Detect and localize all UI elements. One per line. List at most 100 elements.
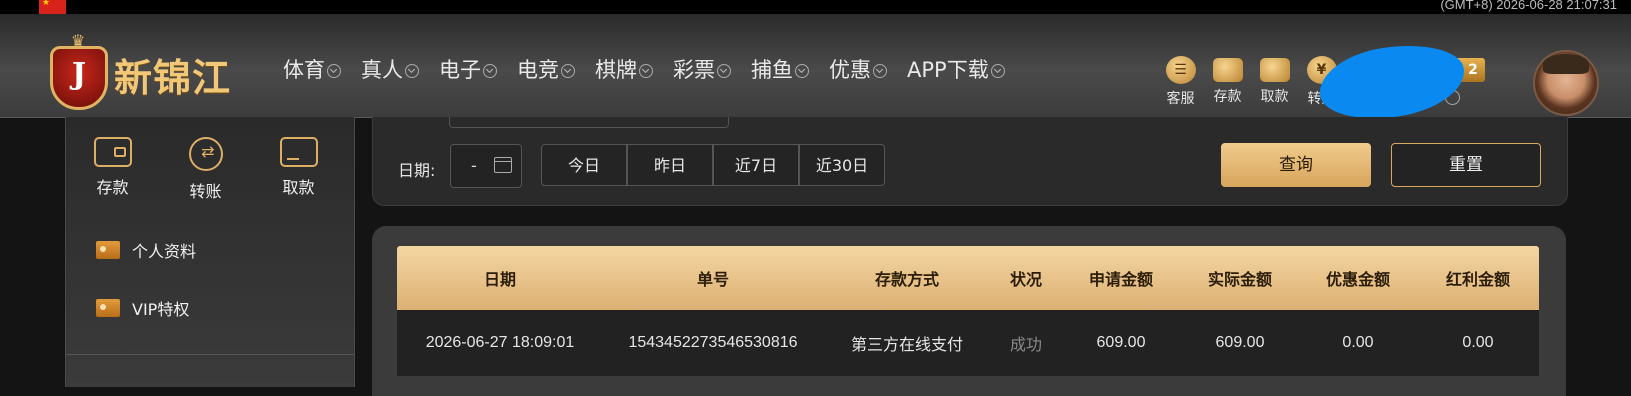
chevron-down-icon: [795, 64, 809, 78]
quick-date-30days[interactable]: 近30日: [799, 144, 885, 186]
wallet-icon: [93, 137, 132, 167]
main-header: ♛ J 新锦江 体育 真人 电子 电竞 棋牌 彩票 捕鱼 优惠 APP下载 ☰ …: [0, 14, 1631, 127]
table-header: 日期 单号 存款方式 状况 申请金额 实际金额 优惠金额 红利金额: [397, 246, 1539, 310]
main-nav: 体育 真人 电子 电竞 棋牌 彩票 捕鱼 优惠 APP下载: [283, 57, 1025, 83]
nav-item-sports[interactable]: 体育: [283, 57, 341, 83]
chevron-down-icon: [561, 64, 575, 78]
avatar-hair: [1543, 54, 1589, 74]
chevron-down-icon: [405, 64, 419, 78]
quick-date-today[interactable]: 今日: [541, 144, 627, 186]
nav-item-label: 彩票: [673, 58, 715, 82]
date-label: 日期:: [398, 161, 436, 180]
column-header: 优惠金额: [1325, 270, 1390, 289]
id-card-icon: [96, 241, 120, 259]
column-header: 申请金额: [1088, 270, 1153, 289]
nav-item-label: 电子: [439, 58, 481, 82]
customer-service-button[interactable]: ☰ 客服: [1157, 56, 1204, 108]
column-header: 存款方式: [874, 270, 939, 289]
chevron-down-icon: [327, 64, 341, 78]
cell-deposit-method: 第三方在线支付: [850, 337, 963, 354]
server-clock: (GMT+8) 2026-06-28 21:07:31: [1440, 0, 1617, 12]
filter-panel: 日期: - 今日 昨日 近7日 近30日 查询 重置: [372, 117, 1568, 206]
nav-item-label: 电竞: [517, 58, 559, 82]
wallet-icon: [1212, 58, 1243, 82]
chevron-down-icon: [639, 64, 653, 78]
brand-logo[interactable]: ♛ J 新锦江: [46, 33, 246, 114]
quick-action-label: 存款: [96, 178, 129, 197]
column-header: 实际金额: [1207, 270, 1272, 289]
filter-stub-field[interactable]: [449, 117, 729, 128]
card-icon: [279, 137, 318, 167]
column-header: 单号: [696, 270, 729, 289]
date-range-input[interactable]: -: [450, 144, 522, 188]
calendar-icon: [494, 157, 512, 173]
safe-icon: [1259, 58, 1290, 82]
sidebar-item-vip[interactable]: VIP特权: [96, 295, 189, 321]
quick-date-7days[interactable]: 近7日: [713, 144, 799, 186]
quick-date-group: 今日 昨日 近7日 近30日: [541, 144, 885, 186]
tool-label: 客服: [1166, 91, 1195, 107]
nav-item-cards[interactable]: 棋牌: [595, 57, 653, 83]
sidebar-transfer-button[interactable]: 转账: [159, 137, 252, 202]
sidebar-withdraw-button[interactable]: 取款: [252, 137, 345, 202]
shield-icon: J: [50, 46, 108, 110]
column-header: 日期: [483, 270, 516, 289]
sidebar-item-profile[interactable]: 个人资料: [96, 237, 196, 263]
query-button[interactable]: 查询: [1221, 143, 1371, 187]
account-sidebar: 存款 转账 取款 个人资料 VIP特权: [65, 117, 355, 387]
sidebar-deposit-button[interactable]: 存款: [66, 137, 159, 202]
column-header: 状况: [1009, 270, 1042, 289]
redaction-blob: [1314, 37, 1470, 127]
id-card-icon: [96, 299, 120, 317]
nav-item-esports[interactable]: 电竞: [517, 57, 575, 83]
nav-item-slots[interactable]: 电子: [439, 57, 497, 83]
date-range-value: -: [471, 156, 477, 175]
reset-button[interactable]: 重置: [1391, 143, 1541, 187]
nav-item-app-download[interactable]: APP下载: [907, 57, 1005, 83]
nav-item-lottery[interactable]: 彩票: [673, 57, 731, 83]
logo-letter: J: [71, 57, 87, 92]
nav-item-label: 体育: [283, 58, 325, 82]
table-row[interactable]: 2026-06-27 18:09:01 1543452273546530816 …: [397, 310, 1539, 376]
avatar[interactable]: [1533, 50, 1599, 116]
chevron-down-icon: [717, 64, 731, 78]
cell-date: 2026-06-27 18:09:01: [425, 334, 575, 351]
chevron-down-icon: [873, 64, 887, 78]
deposit-records-table: 日期 单号 存款方式 状况 申请金额 实际金额 优惠金额 红利金额 2026-0…: [397, 246, 1539, 376]
quick-action-label: 转账: [189, 182, 222, 201]
china-flag-icon[interactable]: ★: [39, 0, 66, 14]
cell-order-number: 1543452273546530816: [628, 334, 798, 351]
sidebar-divider: [66, 354, 354, 355]
cell-bonus-amount: 0.00: [1462, 334, 1494, 351]
cell-status: 成功: [1009, 337, 1042, 354]
sidebar-quick-actions: 存款 转账 取款: [66, 137, 354, 202]
sidebar-item-label: VIP特权: [132, 300, 190, 319]
sidebar-item-label: 个人资料: [132, 242, 197, 261]
quick-date-yesterday[interactable]: 昨日: [627, 144, 713, 186]
nav-item-label: 捕鱼: [751, 58, 793, 82]
header-tools: ☰ 客服 存款 取款 ¥ 转账: [1157, 56, 1345, 108]
chevron-down-icon: [990, 64, 1005, 78]
nav-item-label: APP下载: [907, 58, 989, 82]
records-panel: 日期 单号 存款方式 状况 申请金额 实际金额 优惠金额 红利金额 2026-0…: [372, 226, 1566, 396]
nav-item-fishing[interactable]: 捕鱼: [751, 57, 809, 83]
transfer-icon: [188, 137, 223, 171]
cell-promo-amount: 0.00: [1342, 334, 1374, 351]
nav-item-live[interactable]: 真人: [361, 57, 419, 83]
brand-name: 新锦江: [114, 55, 232, 100]
chat-icon: ☰: [1165, 56, 1196, 84]
nav-item-label: 棋牌: [595, 58, 637, 82]
cell-actual-amount: 609.00: [1215, 334, 1265, 351]
quick-action-label: 取款: [282, 178, 315, 197]
cell-requested-amount: 609.00: [1096, 334, 1146, 351]
column-header: 红利金额: [1445, 270, 1510, 289]
tool-label: 存款: [1213, 89, 1242, 105]
top-strip: ★ (GMT+8) 2026-06-28 21:07:31: [0, 0, 1631, 14]
deposit-button[interactable]: 存款: [1204, 56, 1251, 108]
tool-label: 取款: [1260, 89, 1289, 105]
chevron-down-icon: [483, 64, 497, 78]
nav-item-label: 真人: [361, 58, 403, 82]
nav-item-label: 优惠: [829, 58, 871, 82]
withdraw-button[interactable]: 取款: [1251, 56, 1298, 108]
nav-item-promotions[interactable]: 优惠: [829, 57, 887, 83]
